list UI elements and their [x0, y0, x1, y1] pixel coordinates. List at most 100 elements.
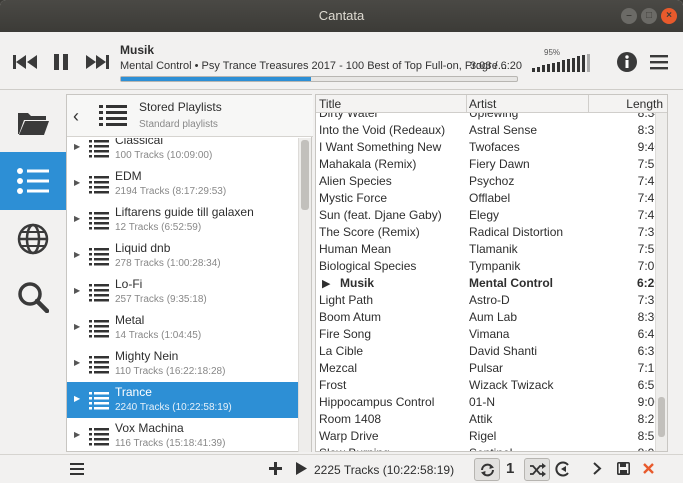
playlist-name: Vox Machina	[115, 421, 184, 435]
tracks-scrollbar[interactable]	[655, 113, 667, 451]
volume-bar	[532, 68, 535, 72]
repeat-toggle[interactable]	[474, 458, 500, 481]
playlist-item[interactable]: ▶ Liftarens guide till galaxen 12 Tracks (…	[67, 202, 299, 238]
table-row[interactable]: Mystic Force Offlabel 7:49	[316, 190, 667, 207]
expand-arrow-icon[interactable]: ▶	[74, 250, 80, 259]
track-title: I Want Something New	[319, 140, 442, 154]
track-artist: Pulsar	[469, 361, 504, 375]
table-row[interactable]: Hippocampus Control 01-N 9:00	[316, 394, 667, 411]
volume-bar	[582, 55, 585, 72]
table-row[interactable]: Alien Species Psychoz 7:48	[316, 173, 667, 190]
table-row[interactable]: Mahakala (Remix) Fiery Dawn 7:53	[316, 156, 667, 173]
table-row[interactable]: Room 1408 Attik 8:26	[316, 411, 667, 428]
status-bar: 2225 Tracks (10:22:58:19) 1	[0, 454, 683, 483]
expand-arrow-icon[interactable]: ▶	[74, 286, 80, 295]
track-title: Dirty Water	[319, 113, 379, 120]
playlist-item[interactable]: ▶ Trance 2240 Tracks (10:22:58:19)	[67, 382, 299, 418]
consume-icon[interactable]	[555, 461, 571, 477]
playlist-scrollbar-thumb[interactable]	[301, 140, 309, 210]
table-row[interactable]: Fire Song Vimana 6:43	[316, 326, 667, 343]
table-row[interactable]: Into the Void (Redeaux) Astral Sense 8:32	[316, 122, 667, 139]
expand-arrow-icon[interactable]: ▶	[74, 394, 80, 403]
expand-arrow-icon[interactable]: ▶	[74, 214, 80, 223]
playlist-item[interactable]: ▶ EDM 2194 Tracks (8:17:29:53)	[67, 166, 299, 202]
table-row[interactable]: Light Path Astro-D 7:32	[316, 292, 667, 309]
track-title: Frost	[319, 378, 347, 392]
playlist-item[interactable]: ▶ Lo-Fi 257 Tracks (9:35:18)	[67, 274, 299, 310]
table-row[interactable]: Boom Atum Aum Lab 8:30	[316, 309, 667, 326]
expand-arrow-icon[interactable]: ▶	[74, 358, 80, 367]
track-title: Boom Atum	[319, 310, 382, 324]
playlist-count: 116 Tracks (15:18:41:39)	[115, 438, 226, 449]
table-row[interactable]: Slow BurningSentinel8:02	[316, 445, 667, 451]
volume-control[interactable]: 95%	[532, 48, 608, 72]
sidebar-item-search[interactable]	[0, 268, 66, 326]
view-sidebar	[0, 90, 66, 454]
track-artist: David Shanti	[469, 344, 538, 358]
playlist-item[interactable]: ▶ Metal 14 Tracks (1:04:45)	[67, 310, 299, 346]
track-artist: Rigel	[469, 429, 497, 443]
playlist-item[interactable]: ▶ Liquid dnb 278 Tracks (1:00:28:34)	[67, 238, 299, 274]
table-row[interactable]: La Cible David Shanti 6:36	[316, 343, 667, 360]
playlists-header: ‹ Stored Playlists Standard playlists	[67, 95, 313, 137]
table-row[interactable]: Human Mean Tlamanik 7:53	[316, 241, 667, 258]
pause-icon[interactable]	[52, 53, 70, 71]
save-icon[interactable]	[617, 462, 630, 475]
maximize-button[interactable]: □	[641, 8, 657, 24]
chevron-right-icon[interactable]	[593, 462, 602, 475]
table-row[interactable]: Sun (feat. Djane Gaby) Elegy 7:43	[316, 207, 667, 224]
app-window: Cantata – □ × Musik Mental Control • Psy…	[0, 0, 683, 483]
playlist-icon	[89, 428, 109, 446]
sidebar-item-playlists[interactable]	[0, 152, 66, 210]
previous-track-icon[interactable]	[13, 54, 39, 70]
expand-arrow-icon[interactable]: ▶	[74, 322, 80, 331]
volume-bar	[552, 62, 555, 72]
table-row[interactable]: Frost Wizack Twizack 6:57	[316, 377, 667, 394]
track-title: Mystic Force	[319, 191, 388, 205]
playback-toolbar: Musik Mental Control • Psy Trance Treasu…	[0, 32, 683, 90]
play-icon[interactable]	[296, 462, 307, 475]
table-row[interactable]: Warp Drive Rigel 8:59	[316, 428, 667, 445]
close-button[interactable]: ×	[661, 8, 677, 24]
menu-icon[interactable]	[650, 54, 668, 70]
now-playing-title: Musik	[120, 43, 155, 57]
playlist-count: 100 Tracks (10:09:00)	[115, 150, 213, 161]
track-title: Room 1408	[319, 412, 382, 426]
column-header-length[interactable]: Length	[626, 97, 663, 111]
next-track-icon[interactable]	[84, 54, 110, 70]
playlist-name: Liftarens guide till galaxen	[115, 205, 254, 219]
table-row[interactable]: The Score (Remix) Radical Distortion 7:31	[316, 224, 667, 241]
track-title: Slow Burning	[319, 446, 390, 451]
playlist-item[interactable]: ▶ Mighty Nein 110 Tracks (16:22:18:28)	[67, 346, 299, 382]
minimize-button[interactable]: –	[621, 8, 637, 24]
sidebar-item-internet[interactable]	[0, 210, 66, 268]
column-header-title[interactable]: Title	[319, 97, 341, 111]
shuffle-toggle[interactable]	[524, 458, 550, 481]
track-title: Biological Species	[319, 259, 417, 273]
add-icon[interactable]	[269, 462, 282, 475]
playlist-item[interactable]: ▶ Vox Machina 116 Tracks (15:18:41:39)	[67, 418, 299, 452]
menu-icon[interactable]	[70, 463, 84, 475]
table-row[interactable]: I Want Something New Twofaces 9:40	[316, 139, 667, 156]
track-artist: Tlamanik	[469, 242, 518, 256]
table-row[interactable]: Dirty Water Uplewing 8:34	[316, 113, 667, 122]
playlist-scrollbar[interactable]	[298, 138, 311, 452]
tracks-scrollbar-thumb[interactable]	[658, 397, 665, 437]
info-icon[interactable]	[616, 51, 638, 73]
column-header-artist[interactable]: Artist	[469, 97, 496, 111]
table-row-current[interactable]: ▶ Musik Mental Control 6:20	[316, 275, 667, 292]
seek-bar[interactable]	[120, 76, 518, 82]
single-mode-button[interactable]: 1	[506, 460, 514, 477]
expand-arrow-icon[interactable]: ▶	[74, 142, 80, 151]
tracks-table: Title Artist Length Dirty Water Uplewing 8…	[315, 94, 668, 452]
playlist-item[interactable]: ▶ Classical 100 Tracks (10:09:00)	[67, 138, 299, 166]
track-artist: Wizack Twizack	[469, 378, 554, 392]
track-title: Musik	[340, 276, 375, 290]
sidebar-item-library[interactable]	[0, 94, 66, 152]
expand-arrow-icon[interactable]: ▶	[74, 430, 80, 439]
back-arrow-icon[interactable]: ‹	[73, 106, 79, 127]
clear-icon[interactable]	[643, 463, 654, 474]
table-row[interactable]: Mezcal Pulsar 7:15	[316, 360, 667, 377]
expand-arrow-icon[interactable]: ▶	[74, 178, 80, 187]
table-row[interactable]: Biological Species Tympanik 7:07	[316, 258, 667, 275]
